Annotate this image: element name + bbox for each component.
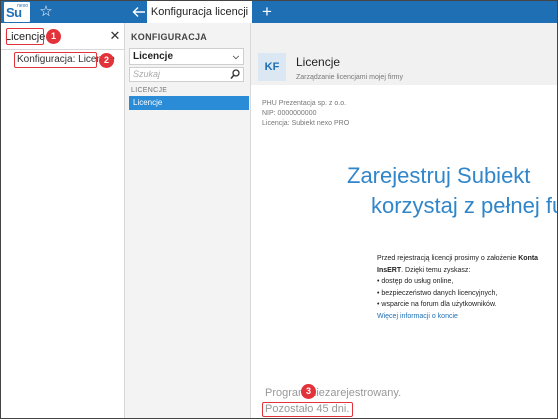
search-icon[interactable] (230, 69, 240, 80)
chevron-down-icon: ⌵ (232, 52, 239, 61)
annotation-badge-1: 1 (46, 29, 61, 44)
page-title: Licencje (296, 55, 341, 69)
headline-line-2: korzystaj z pełnej fu (371, 193, 558, 218)
annotation-highlight-3 (262, 402, 353, 417)
title-bar: Su nexo ☆ Konfiguracja licencji + (1, 1, 557, 23)
bullet-item: • dostęp do usług online, (377, 278, 454, 285)
config-sidebar: KONFIGURACJA Licencje ⌵ Szukaj LICENCJE … (125, 23, 251, 418)
registration-headline: Zarejestruj Subiekt korzystaj z pełnej f… (347, 161, 558, 221)
more-info-link[interactable]: Więcej informacji o koncie (377, 311, 557, 323)
logo-small-text: nexo (17, 3, 28, 9)
config-item-licencje[interactable]: Licencje (129, 96, 249, 110)
app-window: Su nexo ☆ Konfiguracja licencji + ✕ Konf… (0, 0, 558, 419)
star-icon[interactable]: ☆ (36, 2, 56, 22)
app-logo[interactable]: Su nexo (4, 2, 30, 22)
note-intro: Przed rejestracją licencji prosimy o zał… (377, 255, 517, 262)
company-name: PHU Prezentacja sp. z o.o. (262, 100, 347, 107)
page-header: KF Licencje Zarządzanie licencjami mojej… (251, 23, 557, 85)
bullet-item: • wsparcie na forum dla użytkowników. (377, 301, 497, 308)
company-nip: NIP: 0000000000 (262, 110, 317, 117)
annotation-badge-2: 2 (99, 53, 114, 68)
config-category-select[interactable]: Licencje ⌵ (129, 48, 244, 65)
page-subtitle: Zarządzanie licencjami mojej firmy (296, 74, 403, 81)
arrow-left-icon[interactable] (129, 2, 149, 22)
note-after: . Dzięki temu zyskasz: (401, 266, 471, 274)
config-group-label: LICENCJE (131, 87, 168, 94)
config-search-input[interactable]: Szukaj (129, 67, 244, 82)
avatar: KF (258, 53, 286, 81)
config-title: KONFIGURACJA (131, 32, 208, 42)
divider (1, 49, 124, 50)
license-type: Licencja: Subiekt nexo PRO (262, 120, 350, 127)
annotation-highlight-2 (14, 52, 97, 68)
registration-note: Przed rejestracją licencji prosimy o zał… (377, 253, 557, 323)
close-icon[interactable]: ✕ (108, 28, 122, 44)
plus-icon[interactable]: + (257, 1, 277, 23)
select-value: Licencje (133, 51, 174, 62)
registration-status: Program niezarejestrowany. (265, 387, 402, 399)
tab-konfiguracja-licencji[interactable]: Konfiguracja licencji (147, 1, 252, 23)
search-placeholder: Szukaj (133, 69, 161, 79)
company-info: PHU Prezentacja sp. z o.o. NIP: 00000000… (262, 99, 349, 129)
annotation-highlight-1 (6, 28, 44, 45)
search-pane: ✕ Konfiguracja: Licencje (1, 23, 125, 418)
annotation-badge-3: 3 (301, 384, 316, 399)
main-content: KF Licencje Zarządzanie licencjami mojej… (251, 23, 558, 418)
bullet-item: • bezpieczeństwo danych licencyjnych, (377, 289, 498, 297)
headline-line-1: Zarejestruj Subiekt (347, 163, 531, 188)
